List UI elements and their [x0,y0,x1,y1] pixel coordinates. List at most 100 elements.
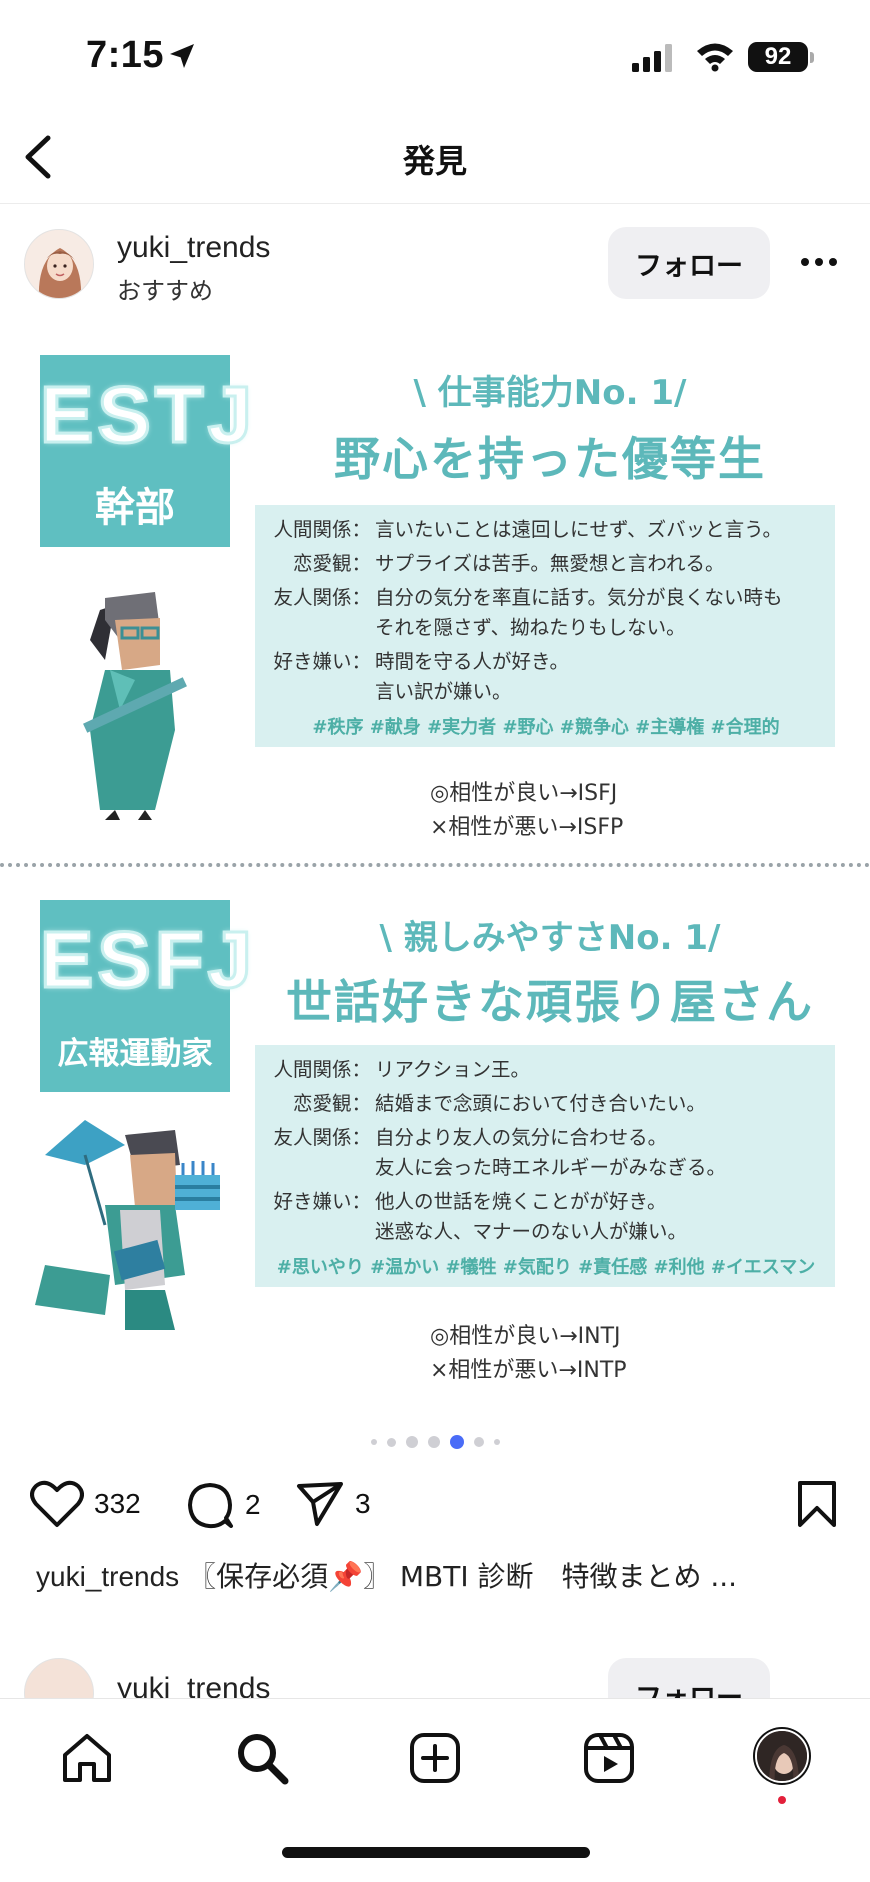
info-text: 自分の気分を率直に話す。気分が良くない時も それを隠さず、拗ねたりもしない。 [375,586,783,639]
status-bar: 7:15 92 [0,0,870,110]
info-panel: 人間関係： 言いたいことは遠回しにせず、ズバッと言う。 恋愛観： サプライズは苦手。… [255,505,835,747]
comment-icon[interactable] [185,1480,235,1530]
section-divider [0,863,870,867]
info-row: 人間関係： リアクション王。 [263,1055,829,1085]
compat-good: ◎相性が良い→ISFJ [430,781,618,806]
info-label: 好き嫌い： [273,1190,371,1213]
status-time: 7:15 [86,34,165,76]
carousel-dot [386,1437,396,1447]
info-panel: 人間関係： リアクション王。 恋愛観： 結婚まで念頭において付き合いたい。 友人関係… [255,1045,835,1287]
carousel-dot [405,1436,418,1448]
info-text: 他人の世話を焼くことがが好き。 迷惑な人、マナーのない人が嫌い。 [375,1190,688,1243]
reels-icon[interactable] [582,1731,636,1785]
compatibility: ◎相性が良い→INTJ ×相性が悪い→INTP [430,1320,627,1388]
headline: 野心を持った優等生 [334,432,766,486]
post-header: yuki_trends おすすめ フォロー [0,205,870,325]
info-text: サプライズは苦手。無愛想と言われる。 [375,552,725,575]
info-label: 恋愛観： [292,552,371,575]
type-role: 広報運動家 [57,1036,213,1072]
mbti-block-esfj: ESFJ 広報運動家 \ 親しみやすさNo. 1/ 世話好きな頑張り屋さん 人間… [0,870,870,1390]
next-post-header: yuki_trends フォロー [0,1658,870,1698]
hashtags: #秩序 #献身 #実力者 #野心 #競争心 #主導権 #合理的 [312,717,780,738]
carousel-dot [473,1437,484,1447]
info-text: リアクション王。 [375,1058,531,1081]
carousel-indicator [0,1432,870,1452]
heart-icon[interactable] [30,1480,84,1528]
post-actions: 332 2 3 [0,1470,870,1540]
type-badge: ESTJ 幹部 [39,355,257,547]
battery-cap [810,52,814,63]
type-role: 幹部 [95,485,175,531]
battery-indicator: 92 [748,42,808,72]
like-count: 332 [94,1488,141,1519]
info-row: 友人関係： 自分より友人の気分に合わせる。 友人に会った時エネルギーがみなぎる。 [263,1123,829,1183]
next-follow-button[interactable]: フォロー [608,1658,770,1698]
next-author-username[interactable]: yuki_trends [117,1672,270,1698]
more-options-icon[interactable] [800,257,838,267]
search-icon[interactable] [235,1731,289,1785]
type-badge: ESFJ 広報運動家 [39,900,257,1092]
info-label: 恋愛観： [292,1092,371,1115]
info-row: 好き嫌い： 他人の世話を焼くことがが好き。 迷惑な人、マナーのない人が嫌い。 [263,1187,829,1247]
type-code: ESFJ [39,914,257,1006]
battery-level: 92 [764,43,792,70]
tagline: \ 親しみやすさNo. 1/ [379,918,721,958]
create-post-icon[interactable] [408,1731,462,1785]
carousel-dot-active [449,1435,464,1449]
share-action[interactable]: 3 [295,1480,371,1528]
post-subtitle: おすすめ [117,277,213,305]
caption-text: 〖保存必須📌〗 MBTI 診断 特徴まとめ ... [179,1560,738,1593]
top-nav: 発見 [0,110,870,204]
info-label: 人間関係： [273,518,371,541]
comment-action[interactable]: 2 [185,1480,261,1530]
info-row: 恋愛観： サプライズは苦手。無愛想と言われる。 [263,549,829,579]
cellular-signal-icon [632,44,672,72]
mbti-block-estj: ESTJ 幹部 \ 仕事能力No. 1/ 野心を持った優等生 人間関係： 言いたい… [0,325,870,845]
page-title: 発見 [402,142,467,180]
home-icon[interactable] [60,1731,114,1785]
send-icon[interactable] [295,1480,345,1528]
home-indicator [282,1847,590,1858]
tagline: \ 仕事能力No. 1/ [413,373,687,413]
share-count: 3 [355,1488,371,1519]
info-row: 恋愛観： 結婚まで念頭において付き合いたい。 [263,1089,829,1119]
next-author-avatar[interactable] [24,1658,94,1698]
info-row: 友人関係： 自分の気分を率直に話す。気分が良くない時も それを隠さず、拗ねたりもし… [263,583,829,643]
carousel-dot [427,1436,440,1448]
bookmark-icon[interactable] [796,1480,838,1528]
bottom-tab-bar [0,1698,870,1882]
compat-bad: ×相性が悪い→INTP [430,1358,627,1383]
info-label: 友人関係： [273,586,371,609]
info-row: 好き嫌い： 時間を守る人が好き。 言い訳が嫌い。 [263,647,829,707]
author-avatar[interactable] [24,229,94,299]
compat-good: ◎相性が良い→INTJ [430,1324,621,1349]
info-label: 友人関係： [273,1126,371,1149]
author-username[interactable]: yuki_trends [117,231,270,265]
info-label: 人間関係： [273,1058,371,1081]
comment-count: 2 [245,1489,261,1520]
post-image-carousel[interactable]: ESTJ 幹部 \ 仕事能力No. 1/ 野心を持った優等生 人間関係： 言いたい… [0,325,870,1390]
post-caption[interactable]: yuki_trends 〖保存必須📌〗 MBTI 診断 特徴まとめ ... [36,1555,836,1595]
hashtags: #思いやり #温かい #犠牲 #気配り #責任感 #利他 #イエスマン [276,1257,816,1278]
type-code: ESTJ [39,369,257,461]
profile-avatar-image [757,1731,807,1781]
compat-bad: ×相性が悪い→ISFP [430,815,624,840]
follow-button[interactable]: フォロー [608,227,770,299]
info-text: 言いたいことは遠回しにせず、ズバッと言う。 [375,518,782,541]
caption-username[interactable]: yuki_trends [36,1561,179,1592]
avatar-illustration [25,230,93,298]
notification-dot [778,1796,786,1804]
carousel-dot [370,1439,377,1445]
info-text: 結婚まで念頭において付き合いたい。 [375,1092,706,1115]
carousel-dot [493,1439,500,1445]
like-action[interactable]: 332 [30,1480,141,1528]
info-text: 時間を守る人が好き。 言い訳が嫌い。 [375,650,570,703]
headline: 世話好きな頑張り屋さん [286,975,814,1029]
compatibility: ◎相性が良い→ISFJ ×相性が悪い→ISFP [430,777,623,845]
wifi-icon [697,43,733,72]
info-text: 自分より友人の気分に合わせる。 友人に会った時エネルギーがみなぎる。 [375,1126,727,1179]
profile-tab-avatar[interactable] [755,1729,809,1783]
info-row: 人間関係： 言いたいことは遠回しにせず、ズバッと言う。 [263,515,829,545]
info-label: 好き嫌い： [273,650,371,673]
esfj-character-illustration [35,1120,220,1330]
